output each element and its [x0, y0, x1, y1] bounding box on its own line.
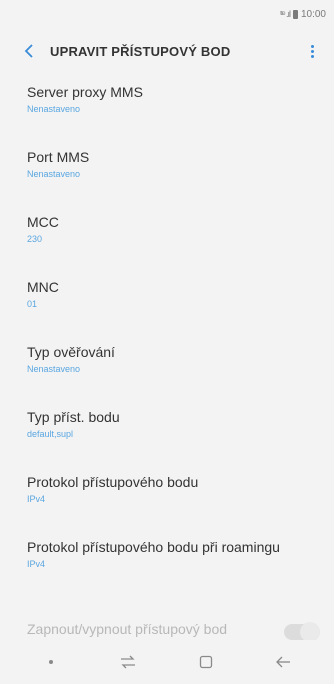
nav-dot-button[interactable] [31, 647, 71, 677]
dot-icon [48, 660, 53, 664]
setting-item-mnc[interactable]: MNC 01 [0, 269, 334, 334]
setting-title: Port MMS [27, 149, 90, 165]
toggle-knob [300, 622, 320, 642]
setting-title: Typ příst. bodu [27, 409, 120, 425]
page-title: UPRAVIT PŘÍSTUPOVÝ BOD [50, 43, 231, 59]
more-vertical-icon [310, 44, 314, 48]
signal-icon: ᵗᵗᵉ .ıl [280, 9, 291, 19]
setting-value: IPv4 [27, 559, 46, 569]
status-bar: ᵗᵗᵉ .ıl 10:00 [0, 0, 334, 28]
setting-title: Typ ověřování [27, 344, 115, 360]
setting-value: Nenastaveno [27, 104, 81, 114]
home-button[interactable] [186, 647, 226, 677]
navigation-bar [0, 640, 334, 684]
recent-apps-icon [121, 655, 136, 669]
setting-item-auth-type[interactable]: Typ ověřování Nenastaveno [0, 334, 334, 399]
setting-title: Protokol přístupového bodu při roamingu [27, 539, 280, 555]
setting-value: IPv4 [27, 494, 46, 504]
setting-item-apn-roaming-protocol[interactable]: Protokol přístupového bodu při roamingu … [0, 529, 334, 594]
more-dot [310, 49, 314, 53]
settings-list: Server proxy MMS Nenastaveno Port MMS Ne… [0, 74, 334, 594]
setting-title: Server proxy MMS [27, 84, 143, 100]
app-bar: UPRAVIT PŘÍSTUPOVÝ BOD [0, 28, 334, 74]
setting-value: 01 [27, 299, 38, 309]
setting-item-proxy-mms[interactable]: Server proxy MMS Nenastaveno [0, 74, 334, 139]
battery-icon [292, 9, 298, 19]
setting-value: 230 [27, 234, 43, 244]
more-dot [310, 54, 314, 58]
chevron-left-icon [24, 44, 33, 58]
setting-item-apn-type[interactable]: Typ příst. bodu default,supl [0, 399, 334, 464]
more-options-button[interactable] [302, 38, 322, 64]
setting-title: MCC [27, 214, 59, 230]
setting-item-mcc[interactable]: MCC 230 [0, 204, 334, 269]
status-time: 10:00 [300, 8, 326, 20]
setting-item-apn-protocol[interactable]: Protokol přístupového bodu IPv4 [0, 464, 334, 529]
recent-apps-button[interactable] [108, 647, 148, 677]
setting-title: MNC [27, 279, 59, 295]
back-arrow-icon [276, 656, 291, 668]
setting-value: Nenastaveno [27, 364, 81, 374]
setting-value: Nenastaveno [27, 169, 81, 179]
apn-enable-label: Zapnout/vypnout přístupový bod [27, 621, 228, 637]
setting-title: Protokol přístupového bodu [27, 474, 199, 490]
setting-item-port-mms[interactable]: Port MMS Nenastaveno [0, 139, 334, 204]
home-icon [199, 655, 212, 669]
back-button[interactable] [16, 38, 42, 64]
back-nav-button[interactable] [263, 647, 303, 677]
apn-enable-toggle[interactable] [284, 622, 320, 642]
setting-value: default,supl [27, 429, 74, 439]
